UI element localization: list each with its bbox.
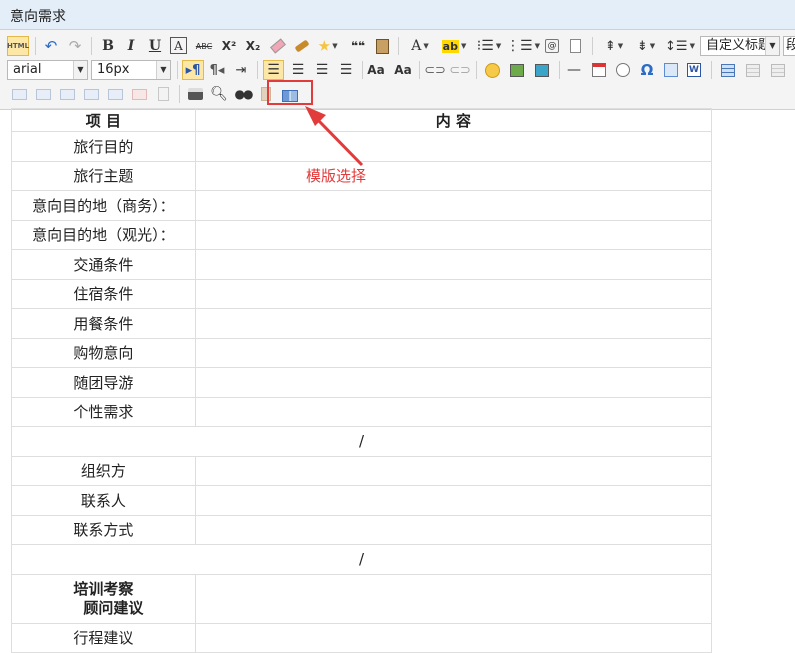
annotation-label: 模版选择 — [306, 167, 367, 185]
arrow-shaft — [316, 118, 364, 167]
annotation-arrow — [305, 106, 364, 167]
